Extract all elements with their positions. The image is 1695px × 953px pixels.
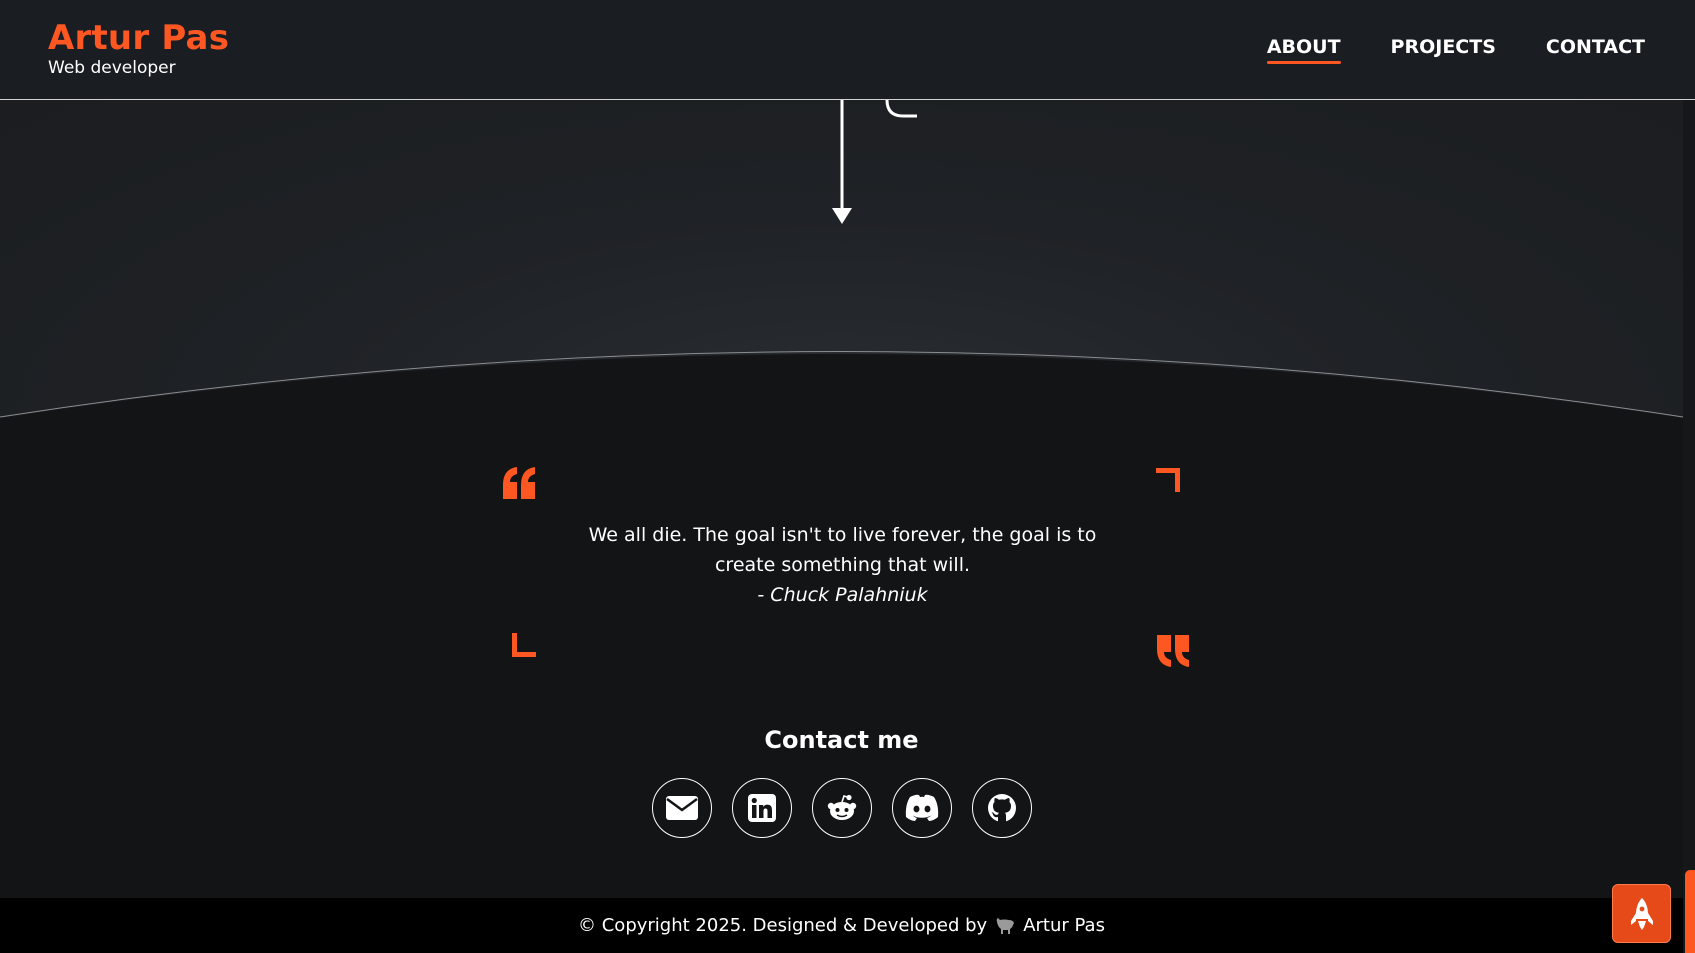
nav-link-contact[interactable]: CONTACT (1546, 36, 1645, 64)
quote-text: We all die. The goal isn't to live forev… (588, 524, 1097, 576)
linkedin-button[interactable] (732, 778, 792, 838)
rocket-icon (1630, 897, 1653, 930)
site-footer: © Copyright 2025. Designed & Developed b… (0, 898, 1683, 953)
site-header: Artur Pas Web developer ABOUT PROJECTS C… (0, 0, 1695, 100)
quote-block: We all die. The goal isn't to live forev… (495, 465, 1200, 670)
scroll-down-arrow-icon (832, 208, 852, 224)
back-to-top-button[interactable] (1612, 884, 1671, 943)
main-nav: ABOUT PROJECTS CONTACT (1266, 36, 1645, 64)
scrollbar-thumb[interactable] (1685, 870, 1695, 953)
curve-fill (0, 354, 1683, 420)
brand-subtitle: Web developer (48, 58, 176, 78)
nav-link-projects[interactable]: PROJECTS (1391, 36, 1496, 64)
brand-name[interactable]: Artur Pas (48, 18, 229, 58)
brand[interactable]: Artur Pas Web developer (48, 18, 229, 78)
footer-author[interactable]: Artur Pas (1023, 915, 1105, 936)
hero-decoration (0, 100, 1683, 420)
linkedin-icon (748, 794, 776, 822)
scrollbar-track[interactable] (1683, 100, 1695, 953)
discord-button[interactable] (892, 778, 952, 838)
reddit-icon (827, 794, 857, 820)
corner-top-right (1156, 468, 1180, 492)
quote-author: - Chuck Palahniuk (757, 584, 928, 606)
quote-open-icon (503, 467, 535, 499)
reddit-button[interactable] (812, 778, 872, 838)
corner-bottom-left (512, 633, 536, 657)
github-button[interactable] (972, 778, 1032, 838)
github-icon (988, 794, 1016, 822)
goat-logo-icon (995, 917, 1015, 935)
loader-arc-icon (885, 100, 917, 118)
social-links (652, 778, 1032, 838)
footer-copyright: © Copyright 2025. Designed & Developed b… (578, 915, 988, 936)
discord-icon (905, 794, 939, 821)
envelope-icon (666, 796, 698, 820)
quote-close-icon (1157, 635, 1189, 667)
hero-section (0, 100, 1683, 420)
email-button[interactable] (652, 778, 712, 838)
contact-title: Contact me (764, 726, 919, 754)
nav-link-about[interactable]: ABOUT (1266, 36, 1341, 64)
quote-text-wrapper: We all die. The goal isn't to live forev… (575, 520, 1110, 610)
